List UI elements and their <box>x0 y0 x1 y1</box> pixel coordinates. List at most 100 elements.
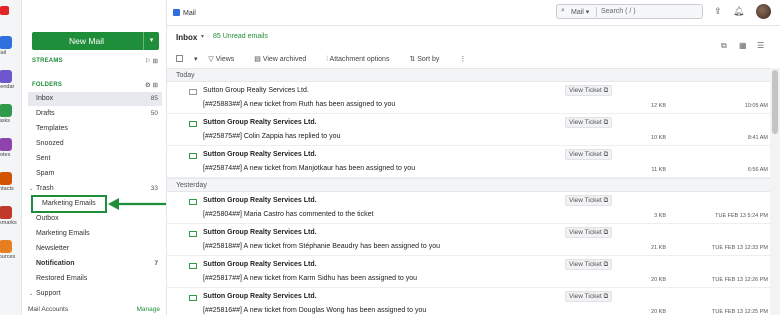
rail-item-4[interactable]: ontacts <box>0 172 21 192</box>
streams-tools-icon[interactable]: ⚐ ⊞ <box>145 57 158 65</box>
sort-by-button[interactable]: ⇅ Sort by <box>409 56 448 63</box>
folder-item[interactable]: ⌄ Trash 33 <box>28 182 162 196</box>
view-ticket-button[interactable]: View Ticket ⧉ <box>565 227 613 238</box>
message-time: TUE FEB 13 5:24 PM <box>715 213 768 219</box>
folder-title: Inbox <box>176 33 198 42</box>
view-ticket-button[interactable]: View Ticket ⧉ <box>565 259 613 270</box>
message-row[interactable]: Sutton Group Realty Services Ltd. [##2588… <box>167 82 770 114</box>
message-sender: Sutton Group Realty Services Ltd. <box>203 151 317 158</box>
reading-pane-icon[interactable]: ⧉ <box>721 41 727 51</box>
message-list: Today Sutton Group Realty Services Ltd. [#… <box>167 68 770 315</box>
folder-count: 7 <box>154 260 158 267</box>
message-time: 8:41 AM <box>747 135 768 141</box>
view-ticket-button[interactable]: View Ticket ⧉ <box>565 85 613 96</box>
attachment-options-button[interactable]: ⫶ Attachment options <box>326 56 398 63</box>
message-subject: [##25817##] A new ticket from Karm Sidhu… <box>203 275 418 282</box>
notes-icon <box>0 138 12 151</box>
view-ticket-button[interactable]: View Ticket ⧉ <box>565 195 613 206</box>
folder-item[interactable]: Templates <box>28 122 162 136</box>
folders-heading: FOLDERS <box>32 82 63 88</box>
app-rail: Mail alendar Tasks Notes ontacts okmarks sourc… <box>0 0 22 315</box>
folder-label: Inbox <box>36 95 54 102</box>
search-scope-select[interactable]: Mail ▾ <box>571 8 589 16</box>
layout-grid-icon[interactable]: ▦ <box>739 41 747 50</box>
folder-label: Restored Emails <box>36 275 88 282</box>
search-input[interactable]: Search ( / ) <box>601 8 636 15</box>
chevron-down-icon[interactable]: ⌄ <box>29 182 33 196</box>
title-separator: · <box>207 33 210 40</box>
view-ticket-button[interactable]: View Ticket ⧉ <box>565 291 613 302</box>
folder-item[interactable]: Outbox <box>28 212 162 226</box>
rail-item-3[interactable]: Notes <box>0 138 21 158</box>
search-box[interactable]: ⌕ Mail ▾ Search ( / ) <box>556 4 703 19</box>
chevron-down-icon[interactable]: ▾ <box>201 33 204 40</box>
message-row[interactable]: Sutton Group Realty Services Ltd. [##2581… <box>167 256 770 288</box>
view-archived-button[interactable]: ▤ View archived <box>254 56 315 63</box>
message-row[interactable]: Sutton Group Realty Services Ltd. [##2587… <box>167 146 770 178</box>
bookmarks-icon <box>0 206 12 219</box>
list-view-icon[interactable]: ☰ <box>757 41 764 50</box>
message-subject: [##25818##] A new ticket from Stéphanie … <box>203 243 440 250</box>
notifications-bell-icon[interactable]: 🔔︎ <box>733 6 744 17</box>
list-scrollbar[interactable] <box>770 68 780 315</box>
rail-item-5[interactable]: okmarks <box>0 206 21 226</box>
manage-link[interactable]: Manage <box>137 306 161 313</box>
folder-item[interactable]: Spam <box>28 167 162 181</box>
folders-tools-icon[interactable]: ⚙ ⊞ <box>145 81 158 89</box>
envelope-icon <box>189 199 197 205</box>
folder-item[interactable]: Snoozed <box>28 137 162 151</box>
new-mail-button[interactable]: New Mail ▾ <box>32 32 159 50</box>
folder-item[interactable]: Notification 7 <box>28 257 162 271</box>
rail-item-2[interactable]: Tasks <box>0 104 21 124</box>
chevron-down-icon[interactable]: ⌄ <box>29 287 33 301</box>
envelope-icon <box>189 121 197 127</box>
folder-item[interactable]: Sent <box>28 152 162 166</box>
message-subject: [##25883##] A new ticket from Ruth has b… <box>203 101 396 108</box>
rail-item-6[interactable]: sources <box>0 240 21 260</box>
new-mail-dropdown-icon[interactable]: ▾ <box>143 32 159 50</box>
folder-item[interactable]: Newsletter <box>28 242 162 256</box>
rail-item-label: Tasks <box>0 118 11 124</box>
rail-item-1[interactable]: alendar <box>0 70 21 90</box>
rail-item-0[interactable]: Mail <box>0 36 21 56</box>
view-ticket-button[interactable]: View Ticket ⧉ <box>565 117 613 128</box>
more-options-icon[interactable]: ⋮ <box>459 56 466 63</box>
folder-count: 33 <box>150 185 158 192</box>
views-button[interactable]: ▽ Views <box>208 56 243 63</box>
message-row[interactable]: Sutton Group Realty Services Ltd. [##2580… <box>167 192 770 224</box>
message-size: 12 KB <box>651 103 666 109</box>
rail-item-label: sources <box>0 254 16 260</box>
scrollbar-thumb[interactable] <box>772 70 778 134</box>
folder-item[interactable]: ⌄ Support <box>28 287 162 301</box>
message-row[interactable]: Sutton Group Realty Services Ltd. [##2581… <box>167 224 770 256</box>
message-sender: Sutton Group Realty Services Ltd. <box>203 261 317 268</box>
message-subject: [##25816##] A new ticket from Douglas Wo… <box>203 307 427 314</box>
mail-icon <box>0 36 12 49</box>
upload-icon[interactable]: ⇪ <box>714 6 722 17</box>
view-ticket-button[interactable]: View Ticket ⧉ <box>565 149 613 160</box>
folder-label: Support <box>36 290 61 297</box>
message-row[interactable]: Sutton Group Realty Services Ltd. [##2587… <box>167 114 770 146</box>
folder-item[interactable]: Restored Emails <box>28 272 162 286</box>
envelope-icon <box>189 153 197 159</box>
select-all-checkbox[interactable]: ▾ <box>176 55 197 63</box>
brand-logo <box>0 6 9 15</box>
message-sender: Sutton Group Realty Services Ltd. <box>203 197 317 204</box>
message-sender: Sutton Group Realty Services Ltd. <box>203 119 317 126</box>
tab-mail[interactable]: Mail <box>173 9 196 17</box>
user-avatar[interactable] <box>756 4 771 19</box>
folder-item[interactable]: Drafts 50 <box>28 107 162 121</box>
envelope-icon <box>189 89 197 95</box>
message-row[interactable]: Sutton Group Realty Services Ltd. [##2581… <box>167 288 770 315</box>
highlighted-folder-marketing-emails[interactable]: Marketing Emails <box>31 195 107 213</box>
message-time: TUE FEB 13 12:25 PM <box>712 309 768 315</box>
message-size: 3 KB <box>654 213 666 219</box>
message-size: 20 KB <box>651 309 666 315</box>
message-size: 20 KB <box>651 277 666 283</box>
message-sender: Sutton Group Realty Services Ltd. <box>203 229 317 236</box>
folder-item[interactable]: Marketing Emails <box>28 227 162 241</box>
unread-count-link[interactable]: 85 Unread emails <box>213 33 268 40</box>
message-sender: Sutton Group Realty Services Ltd. <box>203 87 309 94</box>
envelope-icon <box>189 231 197 237</box>
folder-item[interactable]: Inbox 85 <box>28 92 162 106</box>
